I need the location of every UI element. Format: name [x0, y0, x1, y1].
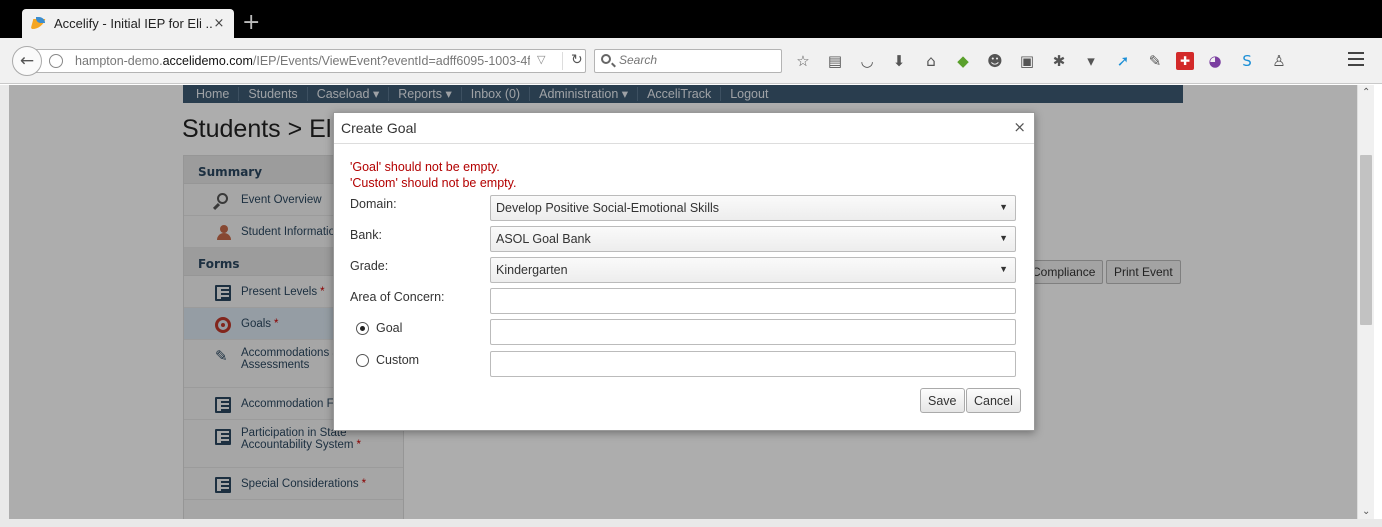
chevron-down-icon: ▼ — [999, 264, 1008, 274]
browser-search-input[interactable] — [619, 53, 777, 67]
custom-radio-option[interactable]: Custom — [356, 353, 419, 367]
custom-radio-label: Custom — [376, 353, 420, 367]
goal-radio-label: Goal — [376, 321, 403, 335]
create-goal-dialog: Create Goal × 'Goal' should not be empty… — [333, 112, 1035, 431]
grade-label: Grade: — [350, 259, 389, 273]
url-text[interactable]: hampton-demo.accelidemo.com/IEP/Events/V… — [75, 54, 530, 68]
chat-icon[interactable]: ☻ — [984, 52, 1006, 70]
accelify-favicon-icon — [30, 16, 46, 32]
search-icon — [601, 54, 611, 64]
browser-titlebar: Accelify - Initial IEP for Eli ... × + — [0, 0, 1382, 38]
goal-radio[interactable] — [356, 321, 369, 335]
grade-selected-value: Kindergarten — [496, 263, 568, 277]
domain-label: Domain: — [350, 197, 397, 211]
custom-radio[interactable] — [356, 353, 369, 367]
globe-icon — [49, 54, 63, 68]
dialog-header: Create Goal × — [334, 113, 1034, 144]
goal-radio-option[interactable]: Goal — [356, 321, 402, 335]
tab-close-icon[interactable]: × — [212, 16, 226, 31]
back-button[interactable]: ← — [12, 46, 42, 76]
selector-icon[interactable]: ➚ — [1112, 52, 1134, 70]
home-icon[interactable]: ⌂ — [920, 52, 942, 70]
domain-selected-value: Develop Positive Social-Emotional Skills — [496, 201, 720, 215]
bank-label: Bank: — [350, 228, 382, 242]
goal-input[interactable] — [490, 319, 1016, 345]
new-tab-button[interactable]: + — [242, 12, 260, 34]
tab-title: Accelify - Initial IEP for Eli ... — [54, 16, 212, 31]
custom-input[interactable] — [490, 351, 1016, 377]
scroll-up-icon[interactable]: ⌃ — [1362, 87, 1370, 98]
area-of-concern-label: Area of Concern: — [350, 290, 445, 304]
close-icon[interactable]: × — [1013, 118, 1026, 136]
scrollbar-thumb[interactable] — [1360, 155, 1372, 325]
error-goal-empty: 'Goal' should not be empty. — [350, 160, 500, 174]
pocket-icon[interactable]: ◡ — [856, 52, 878, 70]
extension-dropdown-icon[interactable]: ▾ — [1080, 52, 1102, 70]
evernote-icon[interactable]: ◆ — [952, 52, 974, 70]
save-button[interactable]: Save — [920, 388, 965, 413]
bank-select[interactable]: ASOL Goal Bank ▼ — [490, 226, 1016, 252]
download-icon[interactable]: ⬇ — [888, 52, 910, 70]
validation-errors: 'Goal' should not be empty. 'Custom' sho… — [350, 159, 516, 191]
dialog-title: Create Goal — [341, 120, 417, 136]
hamburger-menu-icon[interactable] — [1348, 52, 1364, 66]
skype-icon[interactable]: S — [1236, 52, 1258, 70]
url-bar[interactable]: hampton-demo.accelidemo.com/IEP/Events/V… — [28, 49, 586, 73]
screenshot-icon[interactable]: ▣ — [1016, 52, 1038, 70]
domain-select[interactable]: Develop Positive Social-Emotional Skills… — [490, 195, 1016, 221]
back-arrow-icon: ← — [19, 51, 35, 71]
chevron-down-icon: ▼ — [999, 233, 1008, 243]
browser-search-bar[interactable] — [594, 49, 782, 73]
url-dropdown-icon[interactable]: ▽ — [537, 53, 545, 66]
window-bottom-frame — [0, 519, 1382, 527]
bank-selected-value: ASOL Goal Bank — [496, 232, 591, 246]
reload-icon[interactable]: ↻ — [562, 52, 583, 70]
browser-toolbar-icons: ☆ ▤ ◡ ⬇ ⌂ ◆ ☻ ▣ ✱ ▾ ➚ ✎ ✚ ◕ S ♙ — [792, 51, 1300, 71]
scroll-down-icon[interactable]: ⌄ — [1362, 506, 1370, 517]
person-icon[interactable]: ♙ — [1268, 52, 1290, 70]
chevron-down-icon: ▼ — [999, 202, 1008, 212]
cancel-button[interactable]: Cancel — [966, 388, 1021, 413]
grade-select[interactable]: Kindergarten ▼ — [490, 257, 1016, 283]
area-of-concern-input[interactable] — [490, 288, 1016, 314]
addon-red-icon[interactable]: ✚ — [1176, 52, 1194, 70]
browser-navbar: hampton-demo.accelidemo.com/IEP/Events/V… — [0, 38, 1382, 84]
page-scrollbar[interactable]: ⌃ ⌄ — [1357, 85, 1374, 519]
window-left-frame — [0, 85, 9, 527]
browser-tab[interactable]: Accelify - Initial IEP for Eli ... × — [22, 9, 234, 38]
ant-icon[interactable]: ✱ — [1048, 52, 1070, 70]
rss-icon[interactable]: ◕ — [1204, 52, 1226, 70]
error-custom-empty: 'Custom' should not be empty. — [350, 176, 517, 190]
pin-icon[interactable]: ✎ — [1144, 52, 1166, 70]
reading-list-icon[interactable]: ▤ — [824, 52, 846, 70]
bookmark-star-icon[interactable]: ☆ — [792, 52, 814, 70]
